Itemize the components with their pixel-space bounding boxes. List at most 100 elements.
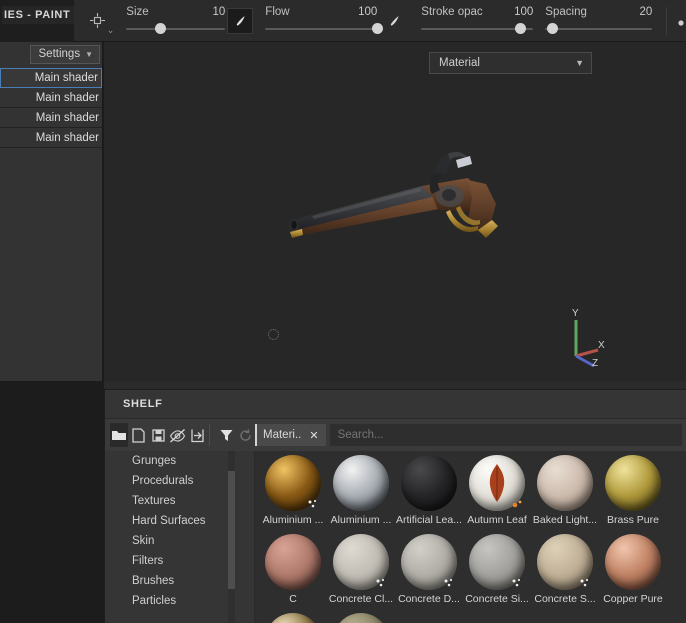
material-thumbnail[interactable] [265, 534, 321, 590]
material-thumbnail[interactable] [605, 534, 661, 590]
flow-value: 100 [358, 6, 378, 18]
filter-funnel-icon[interactable] [217, 423, 235, 447]
refresh-circle-icon[interactable] [237, 423, 255, 447]
material-thumbnail[interactable] [333, 613, 389, 623]
category-scrollbar-thumb[interactable] [228, 471, 235, 589]
shader-item-2[interactable]: Main shader [0, 108, 102, 128]
chevron-down-icon: ▼ [575, 58, 584, 68]
svg-text:Z: Z [592, 358, 598, 368]
material-cell[interactable]: Autumn Leaf [463, 451, 531, 530]
material-label: Copper Pure [603, 593, 663, 605]
new-file-icon[interactable] [129, 423, 147, 447]
stroke-opacity-track[interactable] [421, 23, 534, 35]
brush-teardrop-icon[interactable] [227, 7, 254, 34]
material-cell[interactable]: Artificial Lea... [395, 451, 463, 530]
material-cell[interactable]: Concrete Cl... [327, 530, 395, 609]
stroke-teardrop-icon[interactable] [379, 7, 409, 35]
shelf-body: Grunges Procedurals Textures Hard Surfac… [105, 451, 686, 623]
particles-badge-icon [511, 499, 523, 509]
save-icon[interactable] [149, 423, 167, 447]
search-input[interactable] [329, 424, 682, 446]
particles-icon[interactable] [673, 7, 686, 35]
material-thumbnail[interactable] [401, 534, 457, 590]
axis-gizmo[interactable]: Y X Z [556, 306, 612, 369]
toolbar-group-divider [666, 6, 668, 35]
eye-hidden-icon[interactable] [168, 423, 186, 447]
toolbar-controls: ⌄ Size 10 Flow 100 Stroke opac 100 Spaci… [74, 0, 686, 42]
shader-item-0[interactable]: Main shader [0, 68, 102, 88]
stroke-opacity-knob[interactable] [514, 23, 526, 34]
material-label: Concrete S... [534, 593, 596, 605]
shader-item-3[interactable]: Main shader [0, 128, 102, 148]
material-cell[interactable]: Brass Pure [599, 451, 667, 530]
close-icon[interactable]: ✕ [309, 429, 318, 442]
svg-text:Y: Y [572, 308, 579, 319]
spacing-knob[interactable] [546, 23, 558, 34]
panel-title-area: IES - PAINT [0, 0, 75, 42]
material-thumbnail[interactable] [605, 455, 661, 511]
material-label: Aluminium ... [330, 514, 392, 526]
material-thumbnail[interactable] [469, 455, 525, 511]
particles-badge-icon [375, 578, 387, 588]
filter-tag-material[interactable]: Materi.. ✕ [255, 424, 326, 446]
material-label: Concrete Si... [465, 593, 529, 605]
flow-track[interactable] [265, 23, 384, 35]
material-cell[interactable]: Concrete D... [395, 530, 463, 609]
material-thumbnail[interactable] [537, 534, 593, 590]
filter-tag-label: Materi.. [263, 429, 302, 441]
material-cell[interactable]: Concrete S... [531, 530, 599, 609]
material-cell[interactable]: Concrete Si... [463, 530, 531, 609]
material-label: Brass Pure [607, 514, 659, 526]
shelf-file-buttons [105, 423, 255, 447]
particles-badge-icon [511, 578, 523, 588]
size-knob[interactable] [154, 23, 166, 34]
panel-gap [104, 381, 686, 389]
spacing-track[interactable] [545, 23, 653, 35]
settings-button[interactable]: Settings ▼ [29, 45, 100, 64]
size-rail [126, 28, 226, 30]
size-label: Size [126, 6, 149, 18]
material-thumbnail[interactable] [401, 455, 457, 511]
material-cell[interactable]: Baked Light... [531, 451, 599, 530]
flintlock-pistol-model[interactable] [272, 150, 502, 248]
material-thumbnail[interactable] [537, 455, 593, 511]
material-thumbnail[interactable] [469, 534, 525, 590]
shelf-search-area: Materi.. ✕ [255, 424, 686, 446]
stroke-opacity-value: 100 [514, 6, 534, 18]
material-thumbnail[interactable] [333, 455, 389, 511]
crosshair-alignment-icon[interactable]: ⌄ [82, 7, 115, 35]
import-icon[interactable] [188, 423, 206, 447]
material-dropdown[interactable]: Material ▼ [429, 52, 592, 74]
shelf-toolbar: Materi.. ✕ [105, 418, 686, 451]
material-cell[interactable]: C [259, 530, 327, 609]
slider-spacing[interactable]: Spacing 20 [545, 6, 653, 35]
material-grid-container[interactable]: Aluminium ... Aluminium ... Artificial Lea… [255, 451, 686, 623]
spacing-rail [545, 28, 653, 30]
material-cell[interactable]: Denim Rivet [259, 609, 327, 623]
chevron-down-icon: ⌄ [106, 24, 115, 35]
shader-item-1[interactable]: Main shader [0, 88, 102, 108]
stroke-opacity-label: Stroke opac [421, 6, 483, 18]
material-cell[interactable]: Aluminium ... [259, 451, 327, 530]
flow-label: Flow [265, 6, 290, 18]
top-toolbar: IES - PAINT ⌄ Size 10 Flow 100 Stroke op… [0, 0, 686, 42]
brush-cursor [268, 329, 279, 340]
3d-viewport[interactable]: Material ▼ Y X Z [104, 42, 686, 381]
particles-badge-icon [579, 578, 591, 588]
slider-stroke-opacity[interactable]: Stroke opac 100 [421, 6, 534, 35]
slider-flow[interactable]: Flow 100 [265, 6, 384, 35]
size-value: 10 [212, 6, 226, 18]
material-cell[interactable]: Copper Pure [599, 530, 667, 609]
slider-size[interactable]: Size 10 [126, 6, 226, 35]
material-thumbnail[interactable] [265, 455, 321, 511]
material-thumbnail[interactable] [333, 534, 389, 590]
shader-list: Main shader Main shader Main shader Main… [0, 68, 102, 148]
size-track[interactable] [126, 23, 226, 35]
material-thumbnail[interactable] [265, 613, 321, 623]
material-dropdown-label: Material [439, 57, 480, 69]
material-cell[interactable]: Aluminium ... [327, 451, 395, 530]
folder-icon[interactable] [110, 423, 129, 447]
shelf-title: SHELF [123, 398, 163, 410]
material-label: Baked Light... [532, 514, 598, 526]
material-cell[interactable]: Fab [327, 609, 395, 623]
